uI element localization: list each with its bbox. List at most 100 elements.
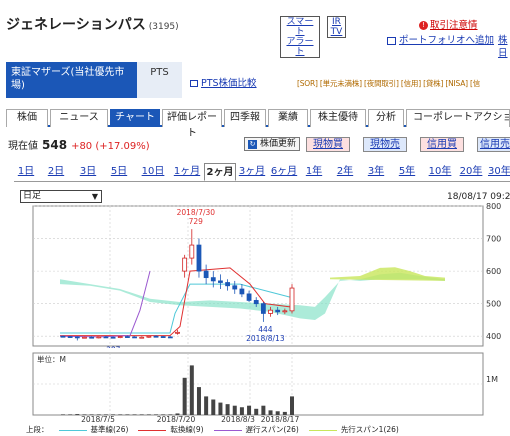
candle-body: [96, 336, 102, 339]
period-1y[interactable]: 1年: [303, 163, 325, 181]
volume-bar: [225, 404, 230, 415]
y-tick-label: 700: [486, 235, 501, 244]
volume-bar: [125, 414, 130, 415]
stock-code: (3195): [148, 22, 179, 32]
period-3y[interactable]: 3年: [365, 163, 387, 181]
period-2m[interactable]: 2ヶ月: [204, 163, 236, 181]
candle-body: [210, 277, 216, 282]
volume-unit-label: 単位：M: [37, 354, 66, 364]
restriction-info-link[interactable]: ! 取引注意情: [419, 17, 478, 31]
price-update-button[interactable]: ↻ 株価更新: [244, 137, 301, 151]
current-price-label: 現在値: [8, 141, 38, 152]
price-chart: 400500600700800 2018/7/307293872018/7/34…: [32, 202, 501, 348]
period-1m[interactable]: 1ヶ月: [172, 163, 202, 181]
smart-alert-line2: アラート: [286, 37, 314, 57]
period-10y[interactable]: 10年: [426, 163, 454, 181]
external-link-icon: [190, 80, 198, 87]
period-10d[interactable]: 10日: [138, 163, 168, 181]
low1-annotation: 387: [106, 345, 121, 348]
tab-rating-report[interactable]: 評価レポート: [162, 109, 222, 139]
sell-margin-button[interactable]: 信用売: [477, 137, 510, 152]
tab-news[interactable]: ニュース: [50, 109, 108, 127]
portfolio-icon: [387, 36, 396, 45]
tab-corporate-action[interactable]: コーポレートアクション: [406, 109, 510, 127]
y-tick-label: 800: [486, 202, 501, 211]
pts-tab[interactable]: PTS: [137, 62, 182, 98]
tab-analysis[interactable]: 分析: [368, 109, 404, 127]
volume-bar: [204, 396, 209, 415]
tab-shareholder-benefits[interactable]: 株主優待: [310, 109, 366, 127]
volume-bar: [146, 414, 151, 415]
ir-tv-button[interactable]: IR TV: [327, 16, 346, 38]
period-2y[interactable]: 2年: [334, 163, 356, 181]
smart-alert-button[interactable]: スマート アラート: [280, 16, 320, 58]
x-axis-label: 2018/8/17: [261, 415, 300, 422]
low2-annotation: 2018/8/13: [246, 334, 285, 343]
period-5d[interactable]: 5日: [107, 163, 131, 181]
price-row: 現在値 548 +80 (+17.09%): [8, 137, 150, 152]
candle-body: [182, 257, 188, 272]
company-name: ジェネレーションパス: [6, 17, 146, 33]
volume-bar: [239, 407, 244, 415]
period-6m[interactable]: 6ヶ月: [269, 163, 299, 181]
company-title: ジェネレーションパス (3195): [6, 14, 179, 34]
high-annotation: 729: [189, 217, 204, 226]
restriction-info-label: 取引注意情: [430, 20, 478, 31]
candle-body: [203, 270, 209, 279]
volume-bar: [261, 405, 266, 415]
right-cut-link-2[interactable]: 日: [498, 45, 508, 59]
candle-body: [218, 280, 223, 283]
ir-tv-line2: TV: [330, 27, 343, 37]
main-tabs: 株価 ニュース チャート 評価レポート 四季報 業績 株主優待 分析 コーポレー…: [6, 109, 510, 139]
period-1d[interactable]: 1日: [14, 163, 38, 181]
period-5y[interactable]: 5年: [396, 163, 418, 181]
candle-body: [289, 287, 295, 312]
candle-body: [260, 303, 266, 314]
legend-swatch-base: [58, 429, 87, 431]
portfolio-add-link[interactable]: ポートフォリオへ追加: [387, 32, 494, 46]
candle-body: [167, 336, 173, 339]
period-2d[interactable]: 2日: [44, 163, 68, 181]
candle-body: [146, 335, 152, 338]
period-20y[interactable]: 20年: [457, 163, 485, 181]
volume-bar: [247, 405, 252, 415]
volume-chart: 単位：M 1M 2018/7/5 2018/7/20 2018/8/3 2018/8/…: [32, 352, 498, 422]
current-price: 548: [42, 138, 68, 152]
x-axis-label: 2018/7/5: [81, 415, 115, 422]
pts-compare-link[interactable]: PTS株価比較: [190, 75, 257, 89]
volume-bar: [132, 414, 137, 415]
period-30y[interactable]: 30年: [488, 163, 510, 181]
volume-bar: [139, 414, 144, 415]
candle-body: [225, 282, 230, 287]
volume-bar: [211, 399, 216, 415]
indicator-legend: 上段： 基準線(26) 転換線(9) 遅行スパン(26) 先行スパン1(26): [26, 424, 399, 435]
candle-body: [117, 336, 123, 338]
portfolio-add-label: ポートフォリオへ追加: [399, 35, 495, 46]
tab-stock-price[interactable]: 株価: [6, 109, 48, 127]
x-axis-labels: 2018/7/5 2018/7/20 2018/8/3 2018/8/17: [81, 415, 299, 422]
market-selected-tab[interactable]: 東証マザーズ(当社優先市場): [6, 62, 137, 98]
candle-body: [282, 310, 288, 313]
right-cut-link-1[interactable]: 株: [498, 32, 508, 46]
pts-compare-label: PTS株価比較: [201, 78, 257, 89]
period-3m[interactable]: 3ヶ月: [237, 163, 267, 181]
candle-body: [139, 336, 145, 339]
buy-margin-button[interactable]: 信用買: [420, 137, 464, 152]
buy-spot-button[interactable]: 現物買: [306, 137, 350, 152]
volume-bar: [189, 365, 194, 415]
candle-body: [196, 244, 202, 272]
candle-body: [125, 336, 130, 338]
tab-chart[interactable]: チャート: [110, 109, 160, 127]
high-annotation: 2018/7/30: [177, 208, 216, 217]
tab-earnings[interactable]: 業績: [268, 109, 308, 127]
volume-bar: [182, 377, 187, 415]
sell-spot-button[interactable]: 現物売: [363, 137, 407, 152]
x-axis-label: 2018/8/3: [221, 415, 255, 422]
candle-body: [189, 244, 195, 259]
y-tick-label: 600: [486, 267, 501, 276]
refresh-icon: ↻: [248, 140, 257, 149]
volume-bar: [196, 387, 201, 415]
period-3d[interactable]: 3日: [76, 163, 100, 181]
x-axis-label: 2018/7/20: [157, 415, 196, 422]
tab-shikiho[interactable]: 四季報: [224, 109, 266, 127]
